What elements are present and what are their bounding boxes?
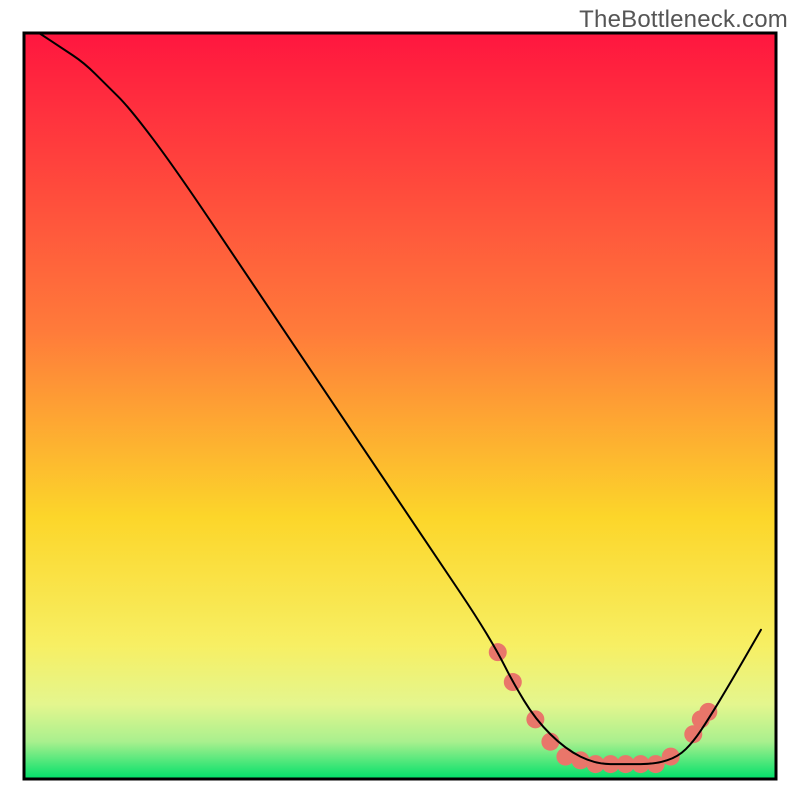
watermark-text: TheBottleneck.com — [579, 6, 788, 34]
gradient-background — [24, 33, 776, 779]
bottleneck-chart — [0, 0, 800, 800]
marker-dot — [556, 748, 574, 766]
chart-frame: TheBottleneck.com — [0, 0, 800, 800]
